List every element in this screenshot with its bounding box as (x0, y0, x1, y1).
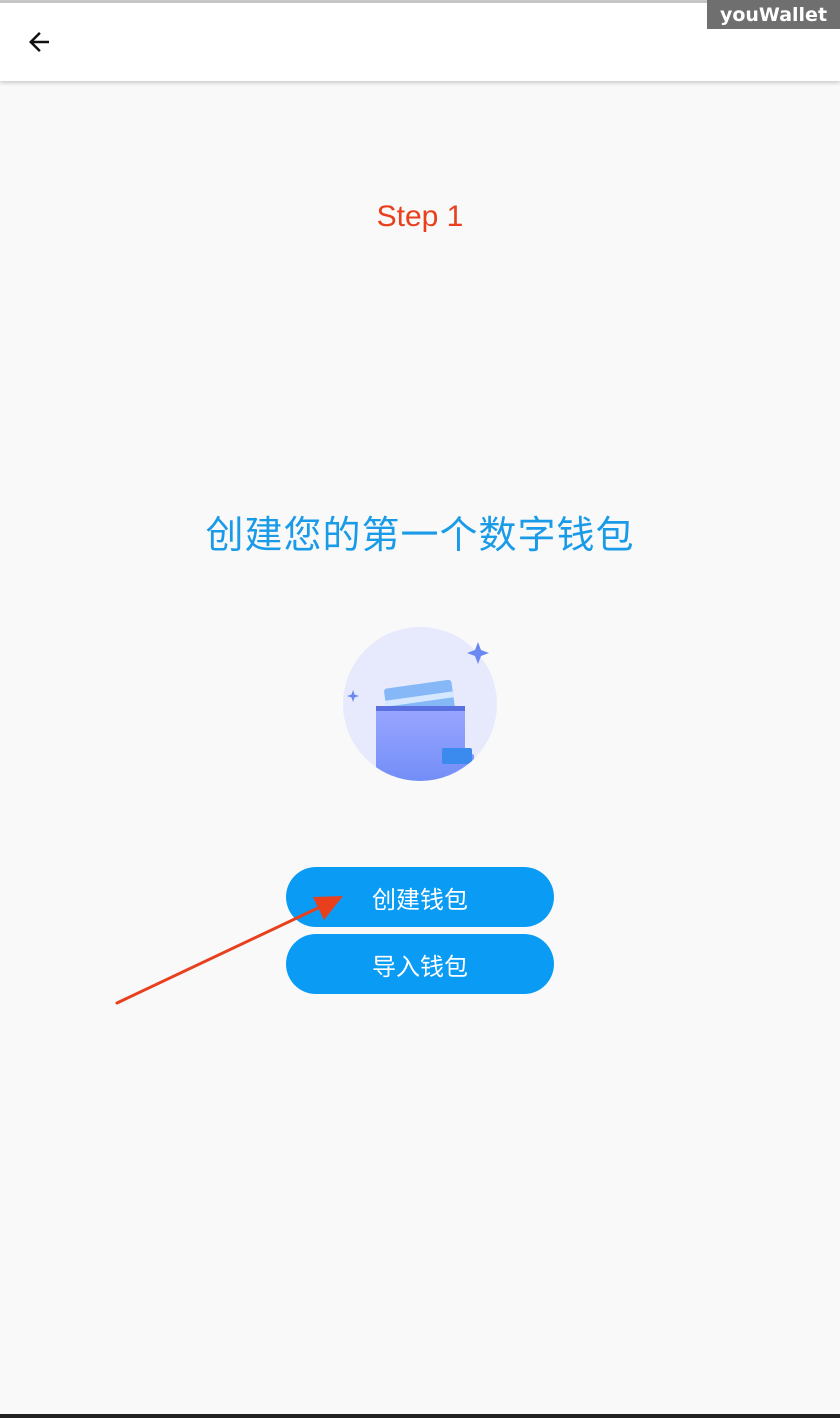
step-annotation: Step 1 (376, 200, 464, 233)
arrow-left-icon (29, 32, 49, 52)
wallet-icon (343, 627, 497, 781)
back-button[interactable] (16, 19, 62, 65)
youwallet-watermark: youWallet (707, 0, 840, 29)
import-wallet-button[interactable]: 导入钱包 (286, 934, 554, 994)
bottom-border (0, 1414, 840, 1418)
page-headline: 创建您的第一个数字钱包 (205, 513, 635, 557)
create-wallet-button[interactable]: 创建钱包 (286, 867, 554, 927)
import-wallet-label: 导入钱包 (372, 952, 468, 981)
create-wallet-label: 创建钱包 (372, 885, 468, 914)
